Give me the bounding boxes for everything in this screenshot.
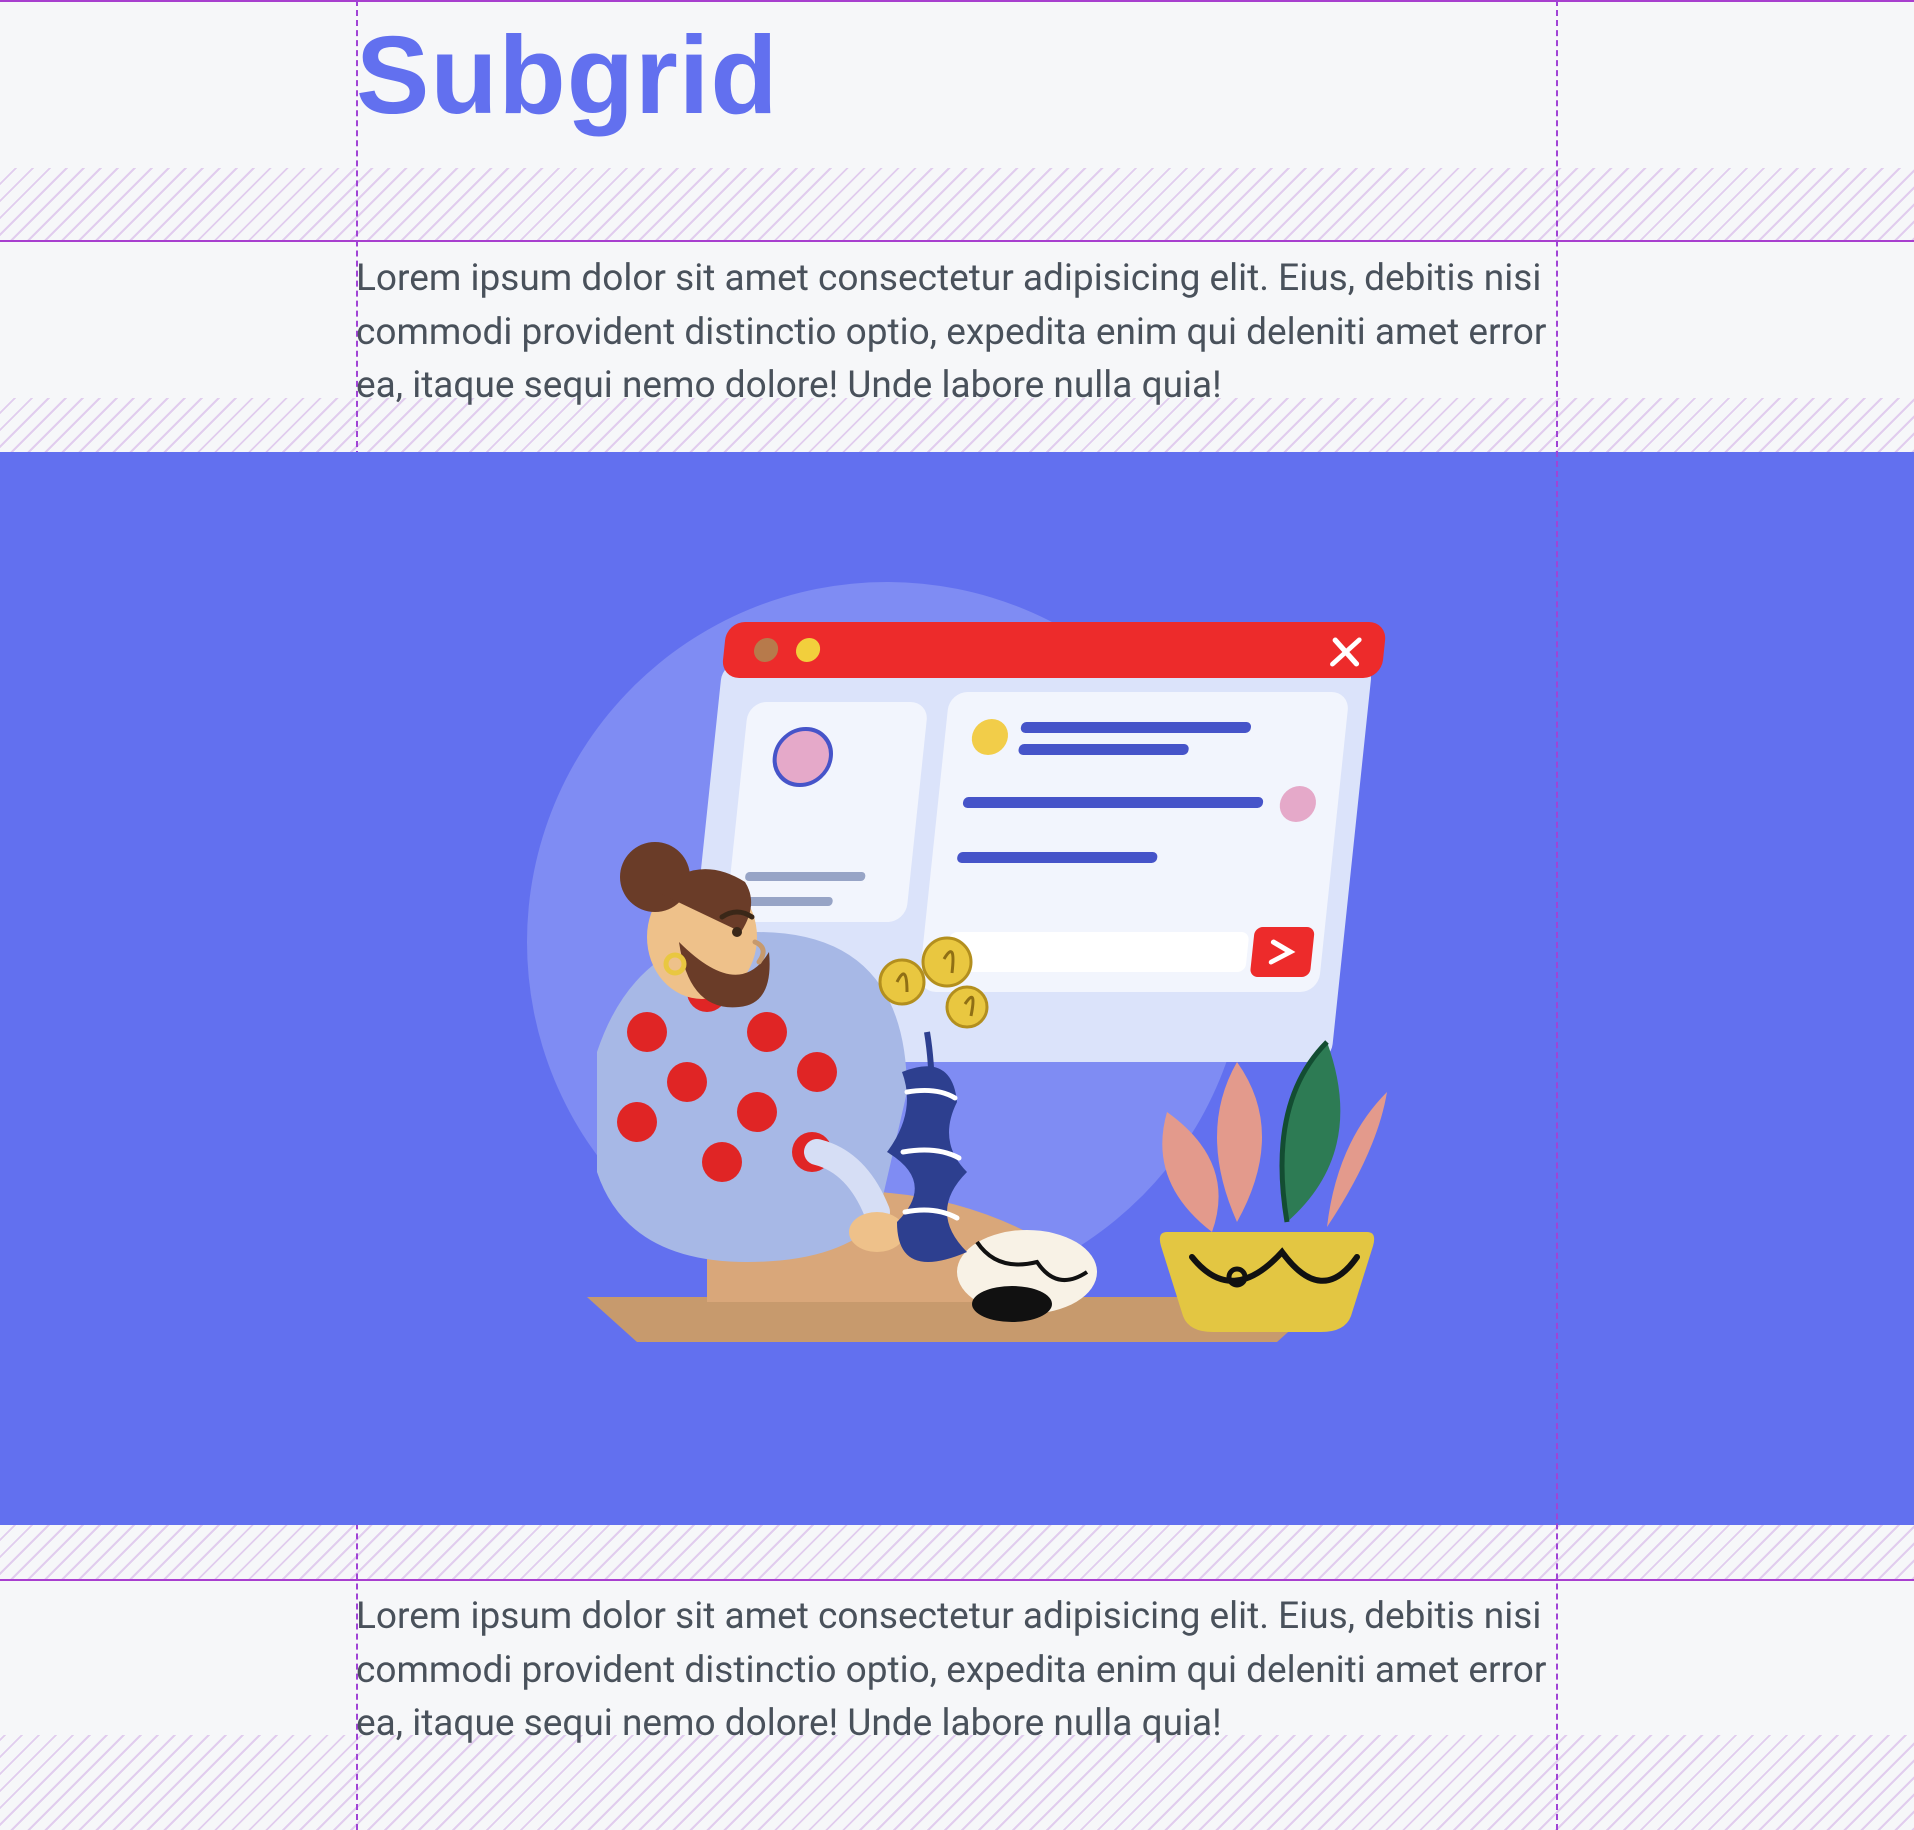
page-title: Subgrid: [356, 18, 779, 134]
intro-paragraph: Lorem ipsum dolor sit amet consectetur a…: [356, 252, 1558, 413]
send-button-icon: [1250, 927, 1315, 977]
outro-paragraph: Lorem ipsum dolor sit amet consectetur a…: [356, 1590, 1558, 1751]
contact-card: [725, 702, 928, 922]
content-column: Subgrid Lorem ipsum dolor sit amet conse…: [356, 0, 1558, 1830]
person-hand: [849, 1212, 905, 1252]
chat-card: [918, 692, 1350, 992]
person-at-desk-illustration: [457, 512, 1457, 1412]
css-grid-demo-page: Subgrid Lorem ipsum dolor sit amet conse…: [0, 0, 1914, 1830]
window-title-bar: [721, 622, 1387, 678]
hero-illustration-panel: [0, 452, 1914, 1525]
